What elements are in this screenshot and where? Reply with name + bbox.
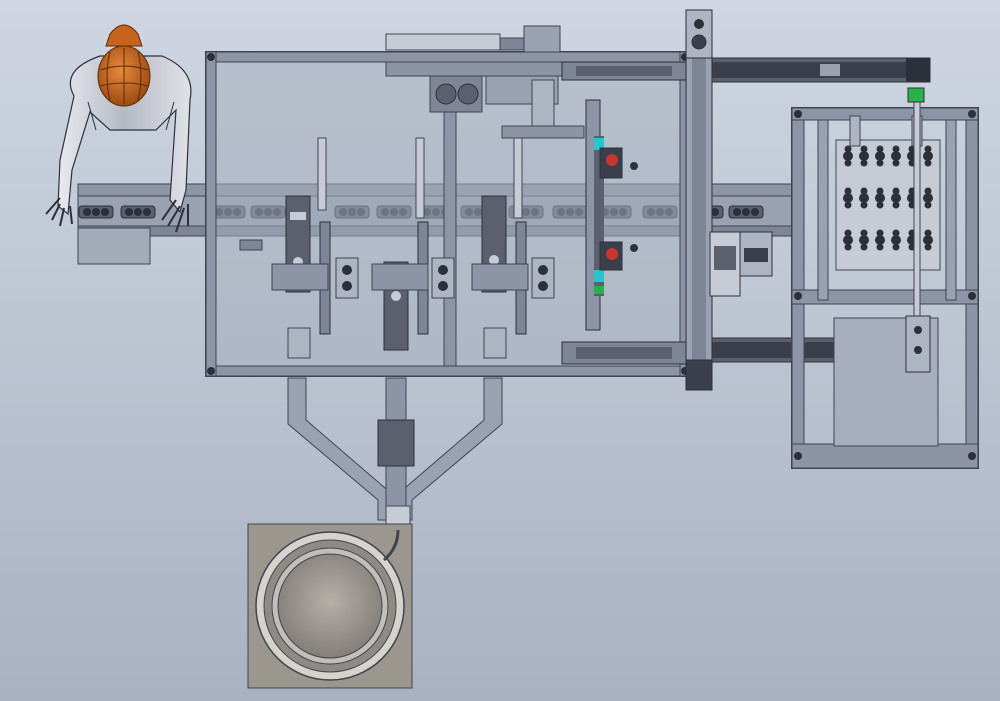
station-base-2 <box>483 327 507 359</box>
vibratory-bowl-feeder <box>247 523 413 689</box>
upper-linear-rail <box>561 57 931 83</box>
lift-block <box>905 315 931 373</box>
cyan-sensor-bottom <box>594 270 604 282</box>
station-base-1 <box>287 327 311 359</box>
parts-tray <box>835 139 941 271</box>
conveyor-end-box <box>77 227 151 265</box>
green-indicator <box>594 286 604 294</box>
machine-layout-diagram <box>0 0 1000 701</box>
green-coupling <box>907 87 925 103</box>
rack-vertical-rod <box>913 89 921 321</box>
